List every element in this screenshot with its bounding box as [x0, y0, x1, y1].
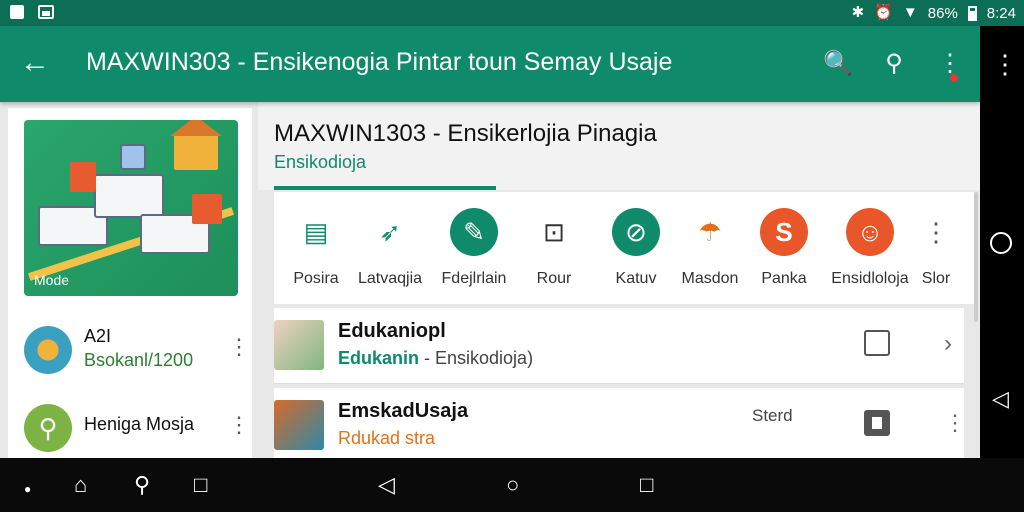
gallery-notification-icon	[38, 5, 54, 19]
status-bar: ✱ ⏰ ▼ 86% 8:24	[0, 0, 1024, 26]
bird-icon: ➶	[379, 216, 401, 247]
category-item[interactable]: ☺ Ensidloloja	[828, 208, 912, 298]
wifi-icon: ▼	[902, 4, 918, 21]
list-item-title: EmskadUsaja	[338, 400, 469, 422]
category-label: Latvaqjia	[357, 270, 423, 287]
page-header: MAXWIN1303 - Ensikerlojia Pinagia Ensiko…	[258, 102, 980, 190]
system-nav-bottom: ● ⌂ ⚲ □ ◁ ○ □	[0, 458, 1024, 512]
avatar	[24, 326, 72, 374]
tools-icon: ✎	[450, 208, 498, 256]
list-item[interactable]: EmskadUsaja Rdukad stra Sterd ⋮	[274, 388, 966, 464]
recents-square-icon[interactable]: □	[640, 472, 653, 498]
category-item[interactable]: ▤ Posira	[274, 208, 358, 298]
thumbnail-image	[274, 400, 324, 450]
side-item[interactable]: ⚲ Heniga Mosja ⋮	[22, 400, 250, 460]
block-illustration	[192, 194, 222, 224]
category-label: Rour	[536, 270, 572, 287]
search-icon[interactable]: ⚲	[134, 472, 150, 498]
comment-icon[interactable]	[864, 330, 890, 356]
search-pin-icon[interactable]: 🔍	[822, 48, 854, 80]
square-icon[interactable]: □	[194, 472, 207, 498]
list-item-subtitle: Edukanin - Ensikodioja)	[338, 348, 533, 369]
house-illustration	[170, 120, 222, 170]
category-label: Panka	[761, 270, 807, 287]
bookmark-icon[interactable]	[864, 410, 890, 436]
back-triangle-icon[interactable]: ◁	[992, 386, 1009, 412]
category-item[interactable]: ⊡ Rour	[512, 208, 596, 298]
side-item-title: A2I	[84, 326, 112, 346]
scrollbar[interactable]	[974, 192, 978, 322]
category-label: Masdon	[681, 270, 739, 287]
umbrella-icon: ☂	[698, 216, 722, 247]
compass-icon: ⊘	[612, 208, 660, 256]
category-item[interactable]: ✎ Fdejlrlain	[432, 208, 516, 298]
document-icon: ▤	[303, 216, 329, 247]
arrow-left-icon[interactable]: ←	[20, 46, 50, 80]
notification-square-icon	[10, 5, 24, 19]
side-item-title: Heniga Mosja	[84, 414, 195, 434]
category-label: Slor	[921, 270, 951, 287]
status-text: Sterd	[752, 406, 793, 425]
category-label: Katuv	[615, 270, 657, 287]
side-panel: Mode A2I Bsokanl/1200 ⋮ ⚲ Heniga Mosja ⋮	[8, 108, 252, 458]
search-icon[interactable]: ⚲	[878, 48, 910, 80]
home-circle-icon[interactable]: ○	[506, 472, 519, 498]
category-item[interactable]: ⊘ Katuv	[594, 208, 678, 298]
category-label: Posira	[293, 270, 339, 287]
list-item-subtitle: Rdukad stra	[338, 428, 435, 449]
hero-label: Mode	[34, 272, 70, 288]
home-icon[interactable]: ⌂	[74, 472, 87, 498]
alarm-icon: ⏰	[874, 4, 893, 21]
battery-percent: 86%	[927, 4, 958, 22]
home-circle-icon[interactable]	[990, 232, 1012, 254]
app-title: MAXWIN303 - Ensikenogia Pintar toun Sema…	[86, 48, 673, 76]
list-item-subtitle-accent: Edukanin	[338, 348, 420, 368]
overflow-menu-icon[interactable]: ⋮	[992, 48, 1018, 80]
main-panel: MAXWIN1303 - Ensikerlojia Pinagia Ensiko…	[258, 102, 980, 464]
content-list: Edukaniopl Edukanin - Ensikodioja) › Ems…	[258, 308, 980, 464]
block-illustration	[70, 162, 96, 192]
battery-icon	[967, 5, 977, 21]
thumbnail-image	[274, 320, 324, 370]
screen-illustration	[120, 144, 146, 170]
chevron-right-icon[interactable]: ›	[944, 330, 952, 358]
list-item-title: Edukaniopl	[338, 320, 446, 342]
list-item-subtitle-accent: Rdukad stra	[338, 428, 436, 448]
system-nav-right: ⋮ ◁	[980, 26, 1024, 458]
category-item[interactable]: ➶ Latvaqjia	[348, 208, 432, 298]
bluetooth-icon: ✱	[851, 4, 865, 21]
tab-ensikodioja[interactable]: Ensikodioja	[274, 152, 366, 173]
back-triangle-icon[interactable]: ◁	[378, 472, 395, 498]
clock: 8:24	[986, 4, 1016, 22]
search-avatar-icon: ⚲	[24, 404, 72, 452]
category-label: Ensidloloja	[831, 270, 909, 287]
tab-indicator	[274, 186, 496, 190]
list-item-subtitle-rest: - Ensikodioja)	[419, 348, 534, 368]
content-area: Mode A2I Bsokanl/1200 ⋮ ⚲ Heniga Mosja ⋮…	[0, 102, 980, 464]
category-label: Fdejlrlain	[441, 270, 507, 287]
hero-illustration[interactable]: Mode	[24, 120, 238, 296]
side-item-subtitle: Bsokanl/1200	[84, 350, 194, 370]
app-bar: ← MAXWIN303 - Ensikenogia Pintar toun Se…	[0, 26, 980, 102]
category-item[interactable]: S Panka	[742, 208, 826, 298]
person-icon: ☺	[846, 208, 894, 256]
more-vert-icon[interactable]: ⋮	[228, 410, 250, 440]
notification-dot	[950, 74, 958, 82]
more-vert-icon[interactable]: ⋮	[944, 410, 966, 436]
category-row: ▤ Posira ➶ Latvaqjia ✎ Fdejlrlain ⊡ Rour…	[274, 192, 976, 304]
more-vert-icon: ⋮	[923, 216, 949, 247]
side-item[interactable]: A2I Bsokanl/1200 ⋮	[22, 322, 250, 382]
page-title: MAXWIN1303 - Ensikerlojia Pinagia	[274, 120, 657, 147]
frame-icon: ⊡	[543, 216, 565, 247]
category-item[interactable]: ⋮ Slor	[904, 208, 968, 298]
s-badge-icon: S	[760, 208, 808, 256]
book-illustration	[94, 174, 164, 218]
category-item[interactable]: ☂ Masdon	[668, 208, 752, 298]
more-vert-icon[interactable]: ⋮	[228, 332, 250, 362]
list-item[interactable]: Edukaniopl Edukanin - Ensikodioja) ›	[274, 308, 964, 384]
dot-icon[interactable]: ●	[24, 476, 31, 502]
